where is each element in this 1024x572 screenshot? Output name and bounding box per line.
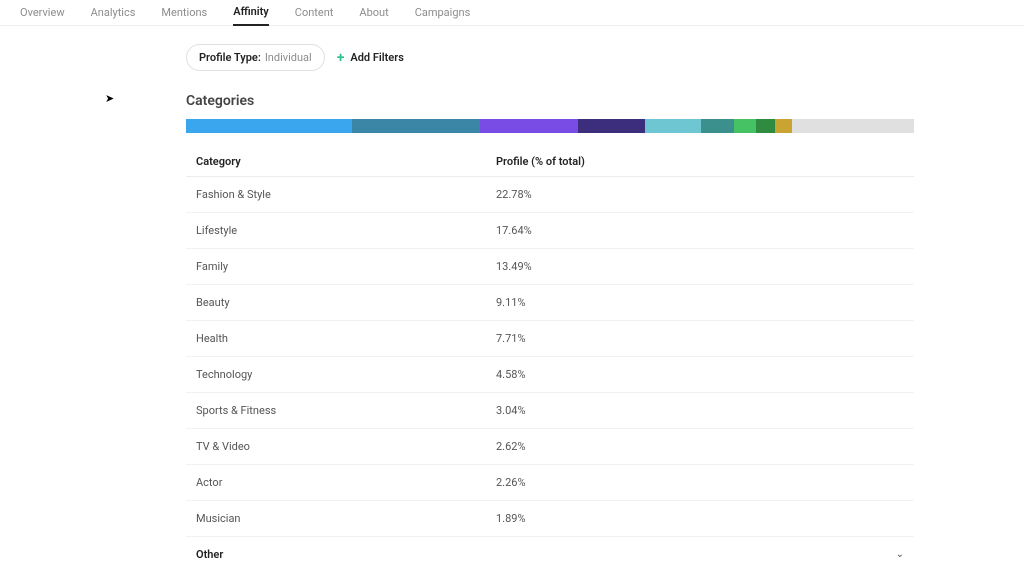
tab-mentions[interactable]: Mentions [161,1,207,25]
table-body: Fashion & Style22.78%Lifestyle17.64%Fami… [186,177,914,537]
cell-percent: 4.58% [486,357,914,393]
tab-content[interactable]: Content [295,1,334,25]
col-percent[interactable]: Profile (% of total) [486,147,914,177]
dist-segment [775,119,791,133]
tab-about[interactable]: About [359,1,388,25]
add-filters-button[interactable]: + Add Filters [337,51,404,65]
table-row[interactable]: Fashion & Style22.78% [186,177,914,213]
chevron-down-icon: ⌄ [896,549,904,560]
cell-category: Family [186,249,486,285]
profile-type-label: Profile Type: [199,51,261,64]
cell-percent: 7.71% [486,321,914,357]
dist-segment [578,119,644,133]
dist-segment [792,119,806,133]
category-distribution-bar [186,119,914,133]
tab-analytics[interactable]: Analytics [91,1,136,25]
cell-category: Actor [186,465,486,501]
dist-segment [480,119,578,133]
table-row[interactable]: Musician1.89% [186,501,914,537]
dist-segment [645,119,701,133]
table-row[interactable]: Technology4.58% [186,357,914,393]
profile-type-value: Individual [265,51,312,64]
cell-percent: 2.26% [486,465,914,501]
other-row[interactable]: Other ⌄ [186,537,914,572]
tab-overview[interactable]: Overview [20,1,65,25]
dist-segment [756,119,775,133]
dist-segment [701,119,734,133]
table-header-row: Category Profile (% of total) [186,147,914,177]
cell-percent: 13.49% [486,249,914,285]
categories-table: Category Profile (% of total) Fashion & … [186,147,914,537]
table-row[interactable]: Lifestyle17.64% [186,213,914,249]
add-filters-label: Add Filters [350,51,403,64]
table-row[interactable]: Health7.71% [186,321,914,357]
plus-icon: + [337,51,345,65]
cell-percent: 1.89% [486,501,914,537]
cell-percent: 3.04% [486,393,914,429]
other-label: Other [196,548,223,561]
tab-affinity[interactable]: Affinity [233,0,269,26]
tab-campaigns[interactable]: Campaigns [415,1,471,25]
cell-percent: 2.62% [486,429,914,465]
page-content: Profile Type: Individual + Add Filters C… [0,26,1024,572]
table-row[interactable]: Sports & Fitness3.04% [186,393,914,429]
profile-type-filter[interactable]: Profile Type: Individual [186,44,325,71]
dist-segment [806,119,914,133]
filter-row: Profile Type: Individual + Add Filters [186,44,1024,71]
table-row[interactable]: Actor2.26% [186,465,914,501]
cell-category: Health [186,321,486,357]
cell-percent: 22.78% [486,177,914,213]
dist-segment [186,119,352,133]
table-row[interactable]: Beauty9.11% [186,285,914,321]
top-nav: Overview Analytics Mentions Affinity Content… [0,0,1024,26]
cell-category: Musician [186,501,486,537]
dist-segment [734,119,756,133]
cell-category: Fashion & Style [186,177,486,213]
section-title: Categories [186,93,1024,109]
dist-segment [352,119,480,133]
cell-category: Beauty [186,285,486,321]
cell-category: TV & Video [186,429,486,465]
cell-category: Technology [186,357,486,393]
cell-percent: 17.64% [486,213,914,249]
table-row[interactable]: TV & Video2.62% [186,429,914,465]
cell-percent: 9.11% [486,285,914,321]
table-row[interactable]: Family13.49% [186,249,914,285]
cell-category: Lifestyle [186,213,486,249]
col-category[interactable]: Category [186,147,486,177]
cell-category: Sports & Fitness [186,393,486,429]
